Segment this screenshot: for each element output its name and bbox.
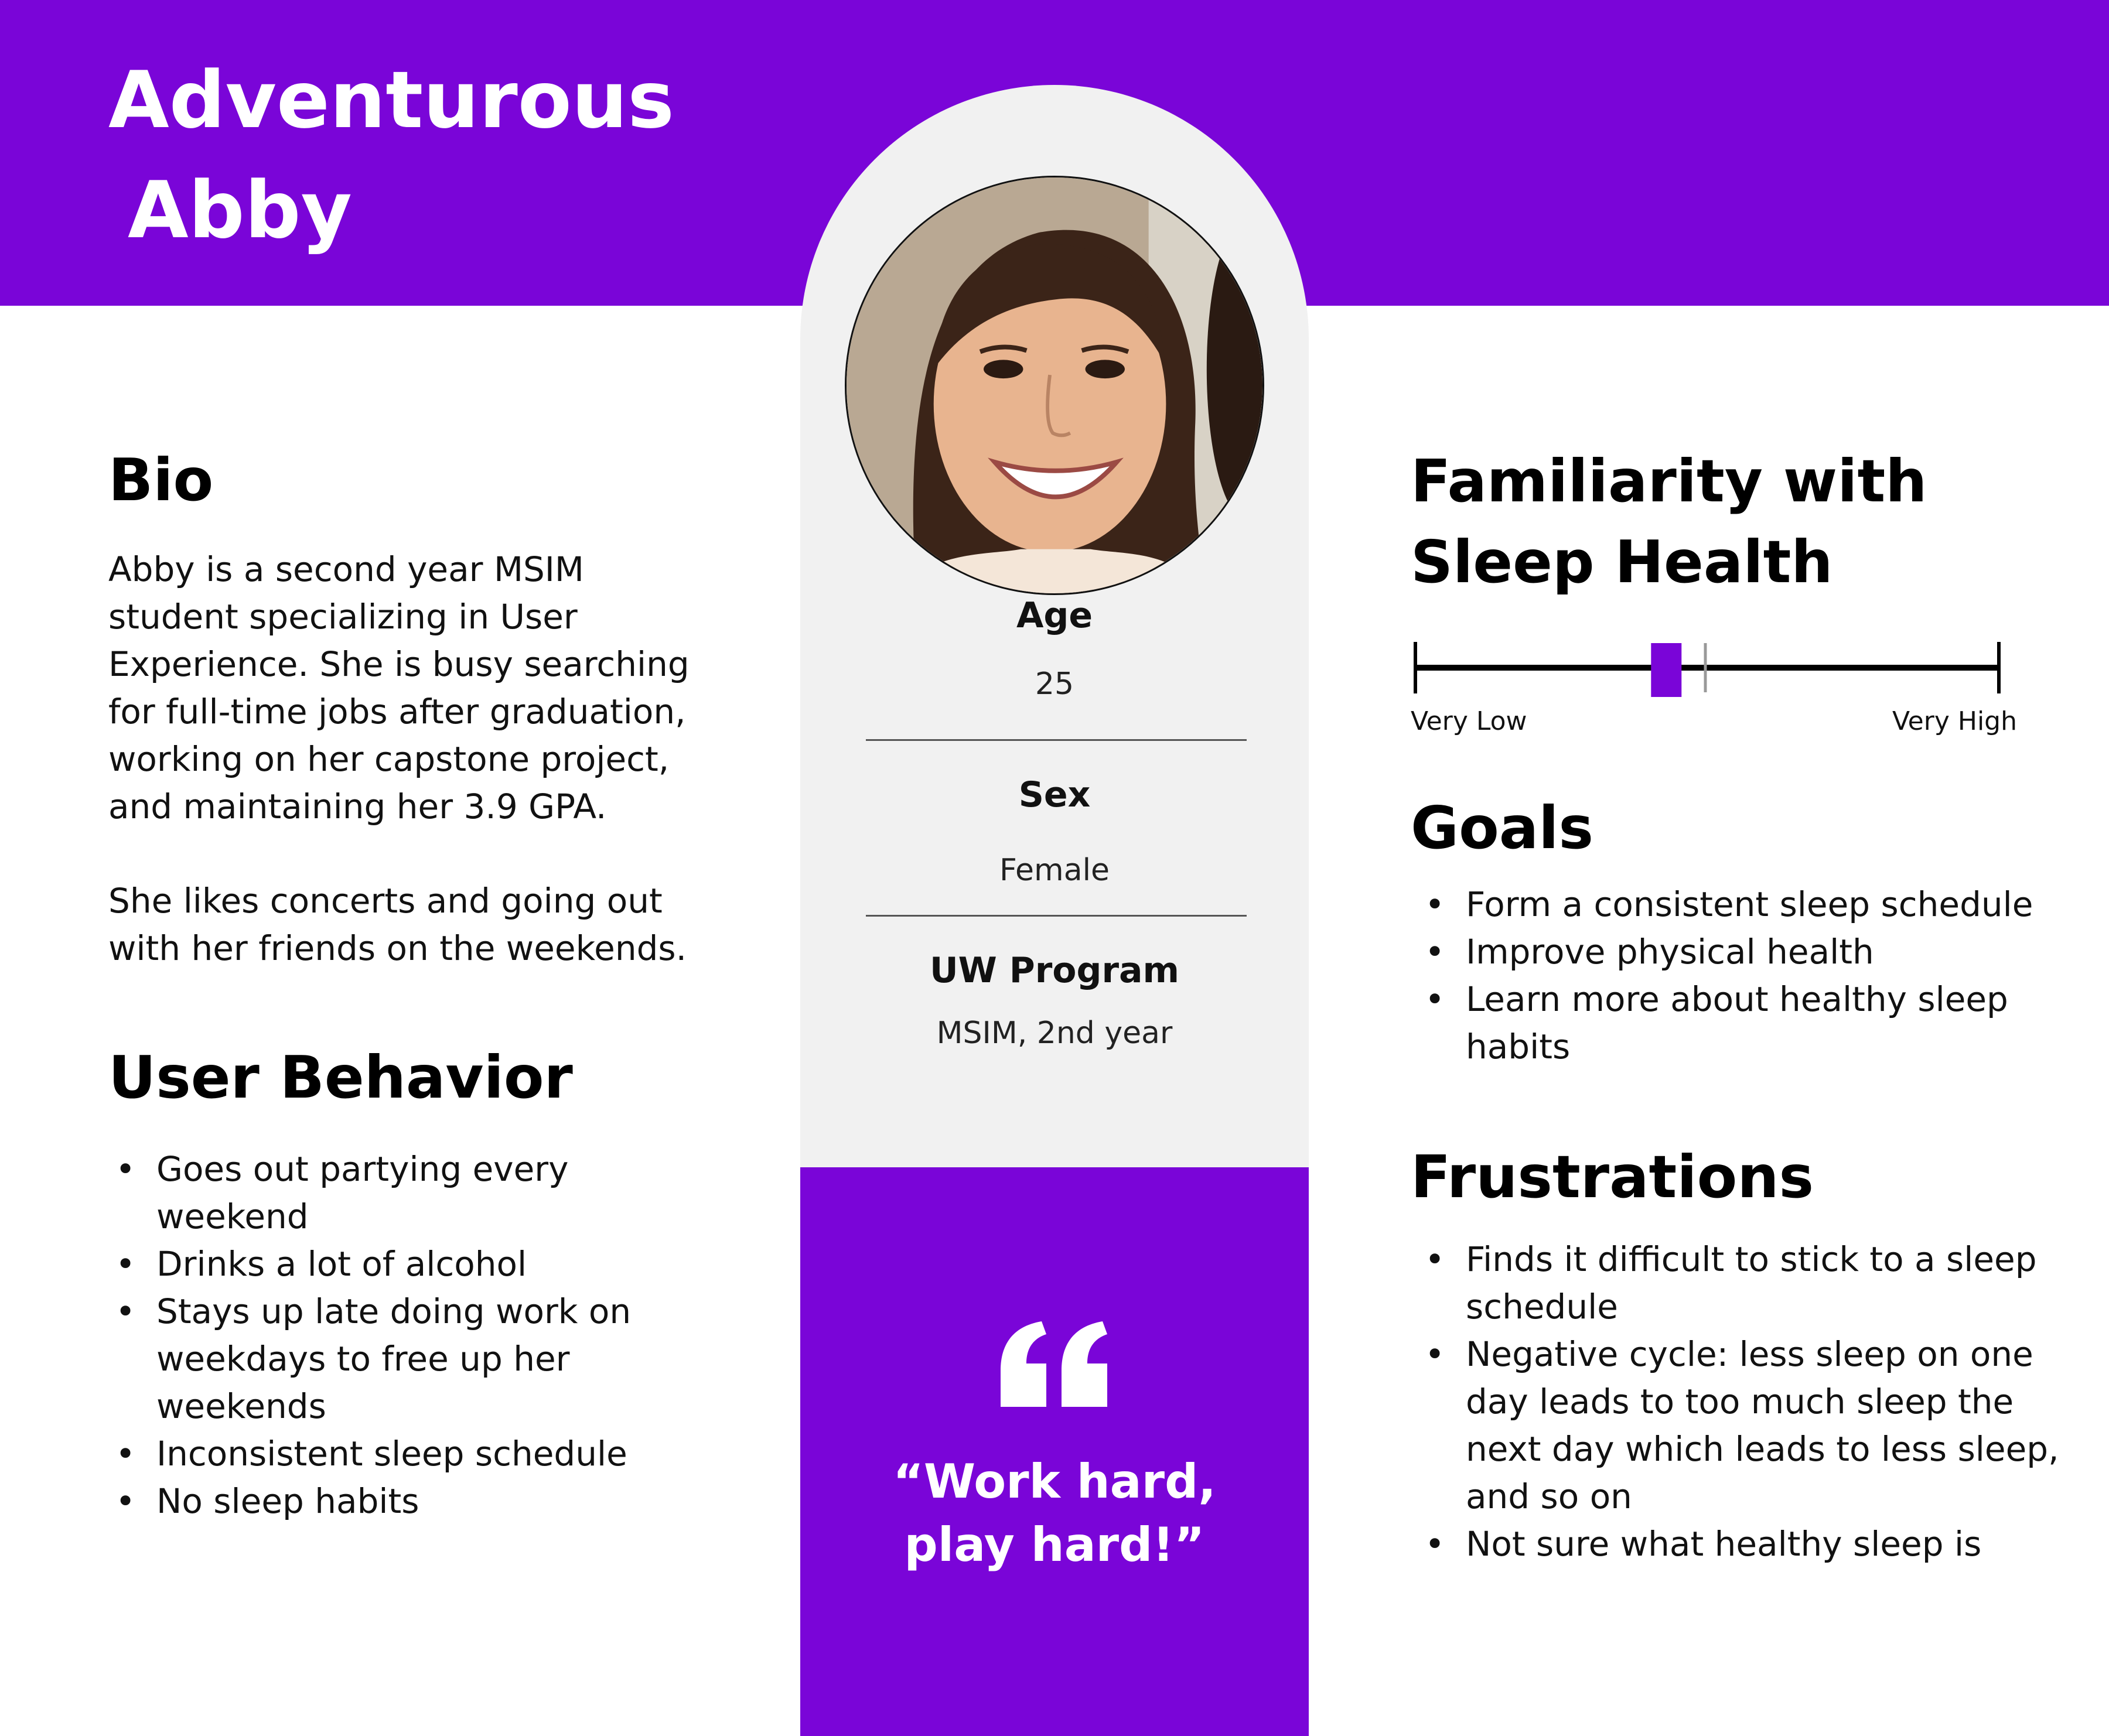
divider (866, 739, 1247, 741)
familiarity-heading-line-2: Sleep Health (1411, 528, 1833, 596)
list-item: Stays up late doing work on weekdays to … (108, 1288, 700, 1430)
program-label: UW Program (929, 950, 1180, 991)
familiarity-scale (1414, 642, 2001, 697)
list-item: No sleep habits (108, 1478, 700, 1525)
portrait-illustration (847, 177, 1262, 593)
list-item: Goes out partying every weekend (108, 1146, 700, 1241)
list-item: Not sure what healthy sleep is (1418, 1520, 2074, 1568)
list-item: Negative cycle: less sleep on one day le… (1418, 1331, 2074, 1520)
age-value: 25 (1035, 667, 1074, 702)
familiarity-level-marker (1651, 643, 1682, 697)
sex-value: Female (999, 853, 1110, 888)
persona-name-line-2: Abby (128, 165, 352, 256)
user-behavior-heading: User Behavior (108, 1043, 573, 1112)
scale-high-label: Very High (1892, 706, 2017, 736)
goals-list: Form a consistent sleep schedule Improve… (1418, 881, 2062, 1071)
program-value: MSIM, 2nd year (936, 1016, 1173, 1051)
list-item: Form a consistent sleep schedule (1418, 881, 2062, 928)
portrait-photo (845, 176, 1264, 595)
sex-label: Sex (1018, 774, 1091, 815)
bio-paragraph-1: Abby is a second year MSIM student speci… (108, 549, 690, 826)
quote-line-2: play hard!” (904, 1518, 1205, 1572)
bio-heading: Bio (108, 446, 214, 514)
age-label: Age (1016, 595, 1093, 636)
bio-paragraph-2: She likes concerts and going out with he… (108, 881, 687, 968)
user-behavior-list: Goes out partying every weekend Drinks a… (108, 1146, 700, 1525)
goals-heading: Goals (1411, 794, 1594, 862)
list-item: Drinks a lot of alcohol (108, 1241, 700, 1288)
persona-quote: “Work hard, play hard!” (800, 1450, 1309, 1577)
quote-icon (1001, 1321, 1107, 1407)
persona-name-line-1: Adventurous (108, 54, 675, 146)
list-item: Learn more about healthy sleep habits (1418, 976, 2062, 1071)
list-item: Improve physical health (1418, 928, 2062, 976)
list-item: Inconsistent sleep schedule (108, 1430, 700, 1478)
frustrations-list: Finds it difficult to stick to a sleep s… (1418, 1236, 2074, 1568)
frustrations-heading: Frustrations (1411, 1143, 1814, 1211)
familiarity-heading-line-1: Familiarity with (1411, 447, 1927, 515)
list-item: Finds it difficult to stick to a sleep s… (1418, 1236, 2074, 1331)
quote-line-1: “Work hard, (893, 1454, 1216, 1509)
scale-low-label: Very Low (1411, 706, 1527, 736)
divider (866, 915, 1247, 917)
